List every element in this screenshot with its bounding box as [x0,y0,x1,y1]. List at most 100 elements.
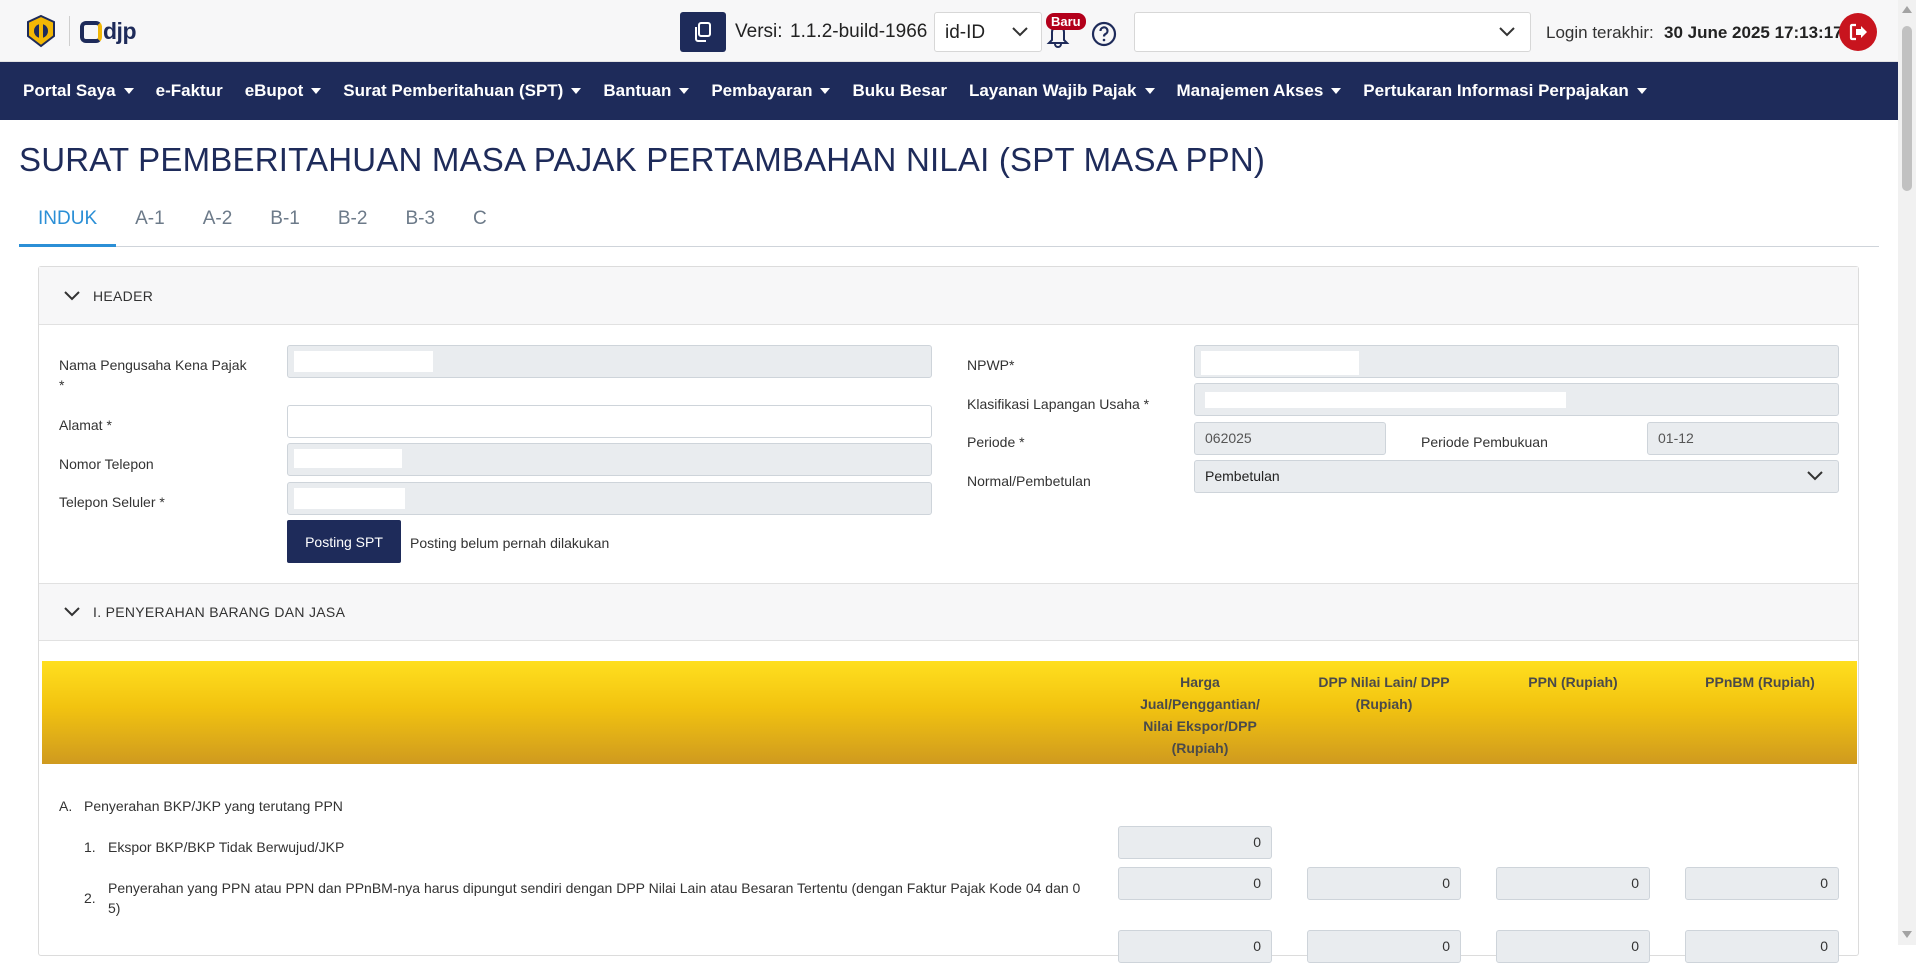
redacted-value [294,351,433,372]
nav-item-label: Layanan Wajib Pajak [968,81,1137,100]
page-title: SURAT PEMBERITAHUAN MASA PAJAK PERTAMBAH… [19,141,1266,178]
nav-item-ebupot[interactable]: eBupot [234,81,333,101]
section-1-toggle[interactable]: I. PENYERAHAN BARANG DAN JASA [39,583,1858,641]
posting-spt-button[interactable]: Posting SPT [287,520,401,563]
row-2-label: Penyerahan yang PPN atau PPN dan PPnBM-n… [108,878,1123,918]
redacted-value [1205,392,1566,408]
page-scrollbar[interactable] [1898,0,1916,945]
npwp-field[interactable] [1194,345,1839,378]
nama-pkp-field[interactable] [287,345,932,378]
scroll-down-arrow-icon[interactable] [1902,931,1912,938]
nav-item-portal-saya[interactable]: Portal Saya [12,81,145,101]
nav-item-layanan-wajib-pajak[interactable]: Layanan Wajib Pajak [958,81,1166,101]
alamat-field[interactable] [287,405,932,438]
column-header-dpp-nilai-lain: DPP Nilai Lain/ DPP (Rupiah) [1318,674,1450,712]
last-login-label: Login terakhir: [1546,23,1654,42]
chevron-down-icon [1807,471,1823,481]
help-icon[interactable] [1091,21,1117,47]
tab-a-2[interactable]: A-2 [184,200,252,247]
nama-pkp-label-text: Nama Pengusaha Kena Pajak [59,357,247,373]
row-2-dpp-field[interactable]: 0 [1307,867,1461,900]
row-2-number: 2. [84,890,96,906]
row-2-ppn-field[interactable]: 0 [1496,867,1650,900]
djp-mark-icon [80,20,102,43]
nav-item-pertukaran-informasi[interactable]: Pertukaran Informasi Perpajakan [1352,81,1658,101]
nama-pkp-label: Nama Pengusaha Kena Pajak * [59,355,247,395]
nav-item-e-faktur[interactable]: e-Faktur [145,81,234,101]
row-3-ppn-field[interactable]: 0 [1496,930,1650,963]
column-header-ppn: PPN (Rupiah) [1528,674,1618,690]
tab-b-3[interactable]: B-3 [386,200,454,247]
top-bar: djp Versi: 1.1.2-build-1966 id-ID Baru L… [0,0,1898,62]
nav-item-label: e-Faktur [155,81,223,100]
version-value: 1.1.2-build-1966 [790,21,928,42]
djp-logo: djp [80,18,137,45]
table-header: Harga Jual/Penggantian/ Nilai Ekspor/DPP… [42,661,1857,764]
header-section-toggle[interactable]: HEADER [39,267,1858,325]
nav-item-buku-besar[interactable]: Buku Besar [841,81,957,101]
normal-pembetulan-label: Normal/Pembetulan [967,473,1091,489]
row-2-label-line-1: Penyerahan yang PPN atau PPN dan PPnBM-n… [108,880,1081,896]
logout-icon [1849,23,1867,41]
caret-down-icon [679,88,690,94]
normal-pembetulan-value: Pembetulan [1205,468,1280,484]
form-tabs: INDUK A-1 A-2 B-1 B-2 B-3 C [19,200,1879,247]
column-header-ppnbm: PPnBM (Rupiah) [1705,674,1815,690]
redacted-value [294,449,402,468]
npwp-label: NPWP* [967,357,1015,373]
main-navigation: Portal Saya e-Faktur eBupot Surat Pember… [0,62,1898,120]
nav-item-pembayaran[interactable]: Pembayaran [700,81,841,101]
nav-item-label: Surat Pemberitahuan (SPT) [343,81,564,100]
section-1-title: I. PENYERAHAN BARANG DAN JASA [93,604,346,620]
copy-icon [695,22,711,42]
required-marker: * [59,377,65,393]
periode-field[interactable]: 062025 [1194,422,1386,455]
nomor-telepon-label: Nomor Telepon [59,456,154,472]
row-1-label: Ekspor BKP/BKP Tidak Berwujud/JKP [108,839,345,855]
row-3-harga-jual-field[interactable]: 0 [1118,930,1272,963]
row-3-dpp-field[interactable]: 0 [1307,930,1461,963]
language-select[interactable]: id-ID [934,12,1042,52]
tab-b-2[interactable]: B-2 [319,200,387,247]
nav-item-manajemen-akses[interactable]: Manajemen Akses [1166,81,1353,101]
caret-down-icon [571,88,582,94]
tab-induk[interactable]: INDUK [19,200,117,247]
tab-c[interactable]: C [454,200,506,247]
row-2-label-line-2: 5) [108,900,121,916]
scroll-up-arrow-icon[interactable] [1902,6,1912,13]
nav-item-spt[interactable]: Surat Pemberitahuan (SPT) [332,81,592,101]
nav-item-label: Pertukaran Informasi Perpajakan [1363,81,1629,100]
caret-down-icon [311,88,322,94]
row-1-harga-jual-field[interactable]: 0 [1118,826,1272,859]
scrollbar-thumb[interactable] [1902,26,1912,191]
group-a-marker: A. [59,798,73,814]
normal-pembetulan-select[interactable]: Pembetulan [1194,460,1839,493]
row-3-ppnbm-field[interactable]: 0 [1685,930,1839,963]
nav-item-bantuan[interactable]: Bantuan [592,81,700,101]
telepon-seluler-field[interactable] [287,482,932,515]
redacted-value [294,408,920,435]
periode-pembukuan-field[interactable]: 01-12 [1647,422,1839,455]
row-2-ppnbm-field[interactable]: 0 [1685,867,1839,900]
tab-b-1[interactable]: B-1 [251,200,319,247]
caret-down-icon [1636,88,1647,94]
group-a-label: Penyerahan BKP/JKP yang terutang PPN [84,798,343,814]
nav-item-label: Bantuan [603,81,672,100]
periode-label: Periode * [967,434,1025,450]
chevron-down-icon [1012,27,1028,37]
column-header-harga-jual: Harga Jual/Penggantian/ Nilai Ekspor/DPP… [1140,674,1260,756]
nav-item-label: Portal Saya [23,81,116,100]
tab-a-1[interactable]: A-1 [116,200,184,247]
row-2-harga-jual-field[interactable]: 0 [1118,867,1272,900]
header-section-title: HEADER [93,287,154,304]
caret-down-icon [1144,88,1155,94]
nomor-telepon-field[interactable] [287,443,932,476]
new-badge: Baru [1046,13,1086,30]
taxpayer-select[interactable] [1134,12,1531,52]
klu-field[interactable] [1194,383,1839,416]
row-1-number: 1. [84,839,96,855]
nav-item-label: Manajemen Akses [1176,81,1324,100]
logout-button[interactable] [1839,13,1877,51]
caret-down-icon [123,88,134,94]
copy-button[interactable] [680,12,726,52]
